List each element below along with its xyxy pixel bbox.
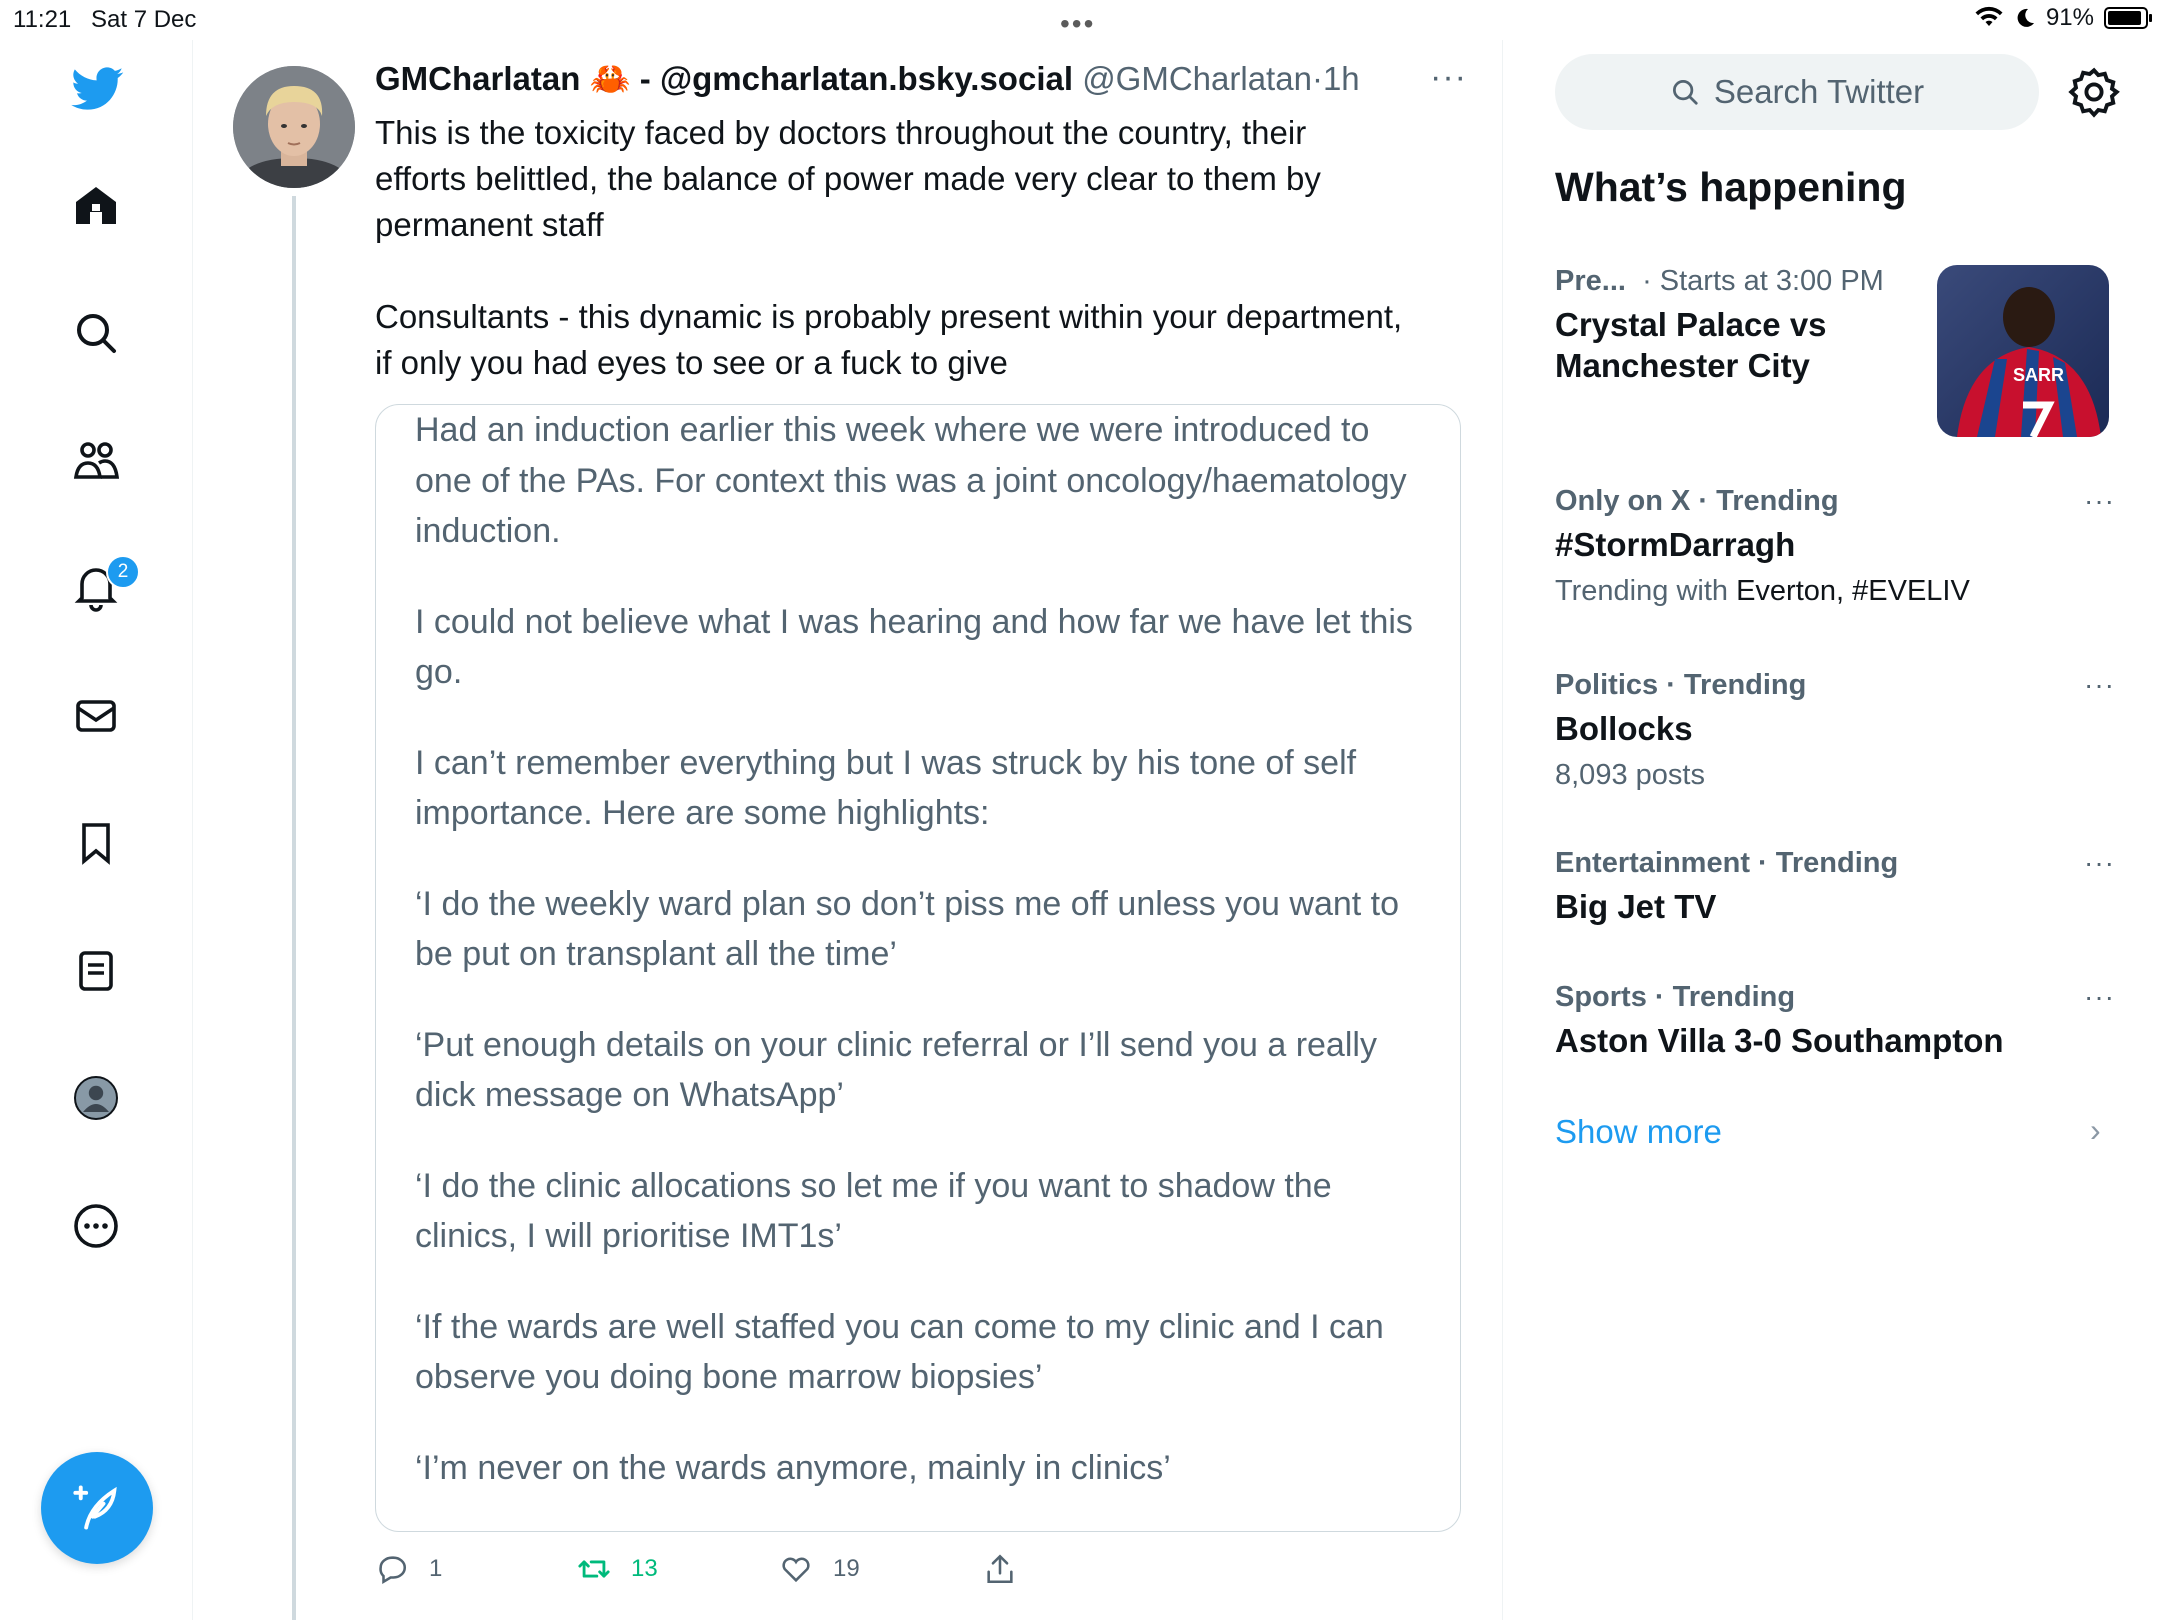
- battery-percent: 91%: [2045, 4, 2094, 31]
- home-icon: [76, 187, 116, 224]
- heart-icon: [782, 1557, 810, 1583]
- featured-title: Crystal Palace vs Manchester City: [1555, 306, 1827, 384]
- trend-category: Entertainment · Trending: [1555, 847, 1899, 879]
- battery-level: [2108, 11, 2141, 25]
- twitter-logo-icon[interactable]: [68, 62, 128, 118]
- trend-title: Bollocks: [1555, 710, 1693, 747]
- nav-profile[interactable]: [60, 1062, 132, 1134]
- multitasking-dots[interactable]: •••: [1060, 8, 1095, 40]
- gear-icon: [2068, 67, 2120, 118]
- search-placeholder: Search Twitter: [1713, 73, 1925, 110]
- moon-icon: [2017, 8, 2034, 27]
- status-bar: 11:21 Sat 7 Dec ••• 91%: [0, 0, 2160, 40]
- profile-avatar-icon: [74, 1076, 118, 1120]
- quoted-content-card[interactable]: Had an induction earlier this week where…: [375, 404, 1461, 1532]
- trend-category: Politics · Trending: [1555, 669, 1807, 701]
- quoted-text: Had an induction earlier this week where…: [415, 405, 1425, 1531]
- search-input[interactable]: Search Twitter: [1555, 54, 2039, 130]
- quote-paragraph: ‘I do the weekly ward plan so don’t piss…: [415, 884, 1400, 974]
- trend-post-count: 8,093 posts: [1555, 759, 1705, 791]
- nav-lists[interactable]: [60, 935, 132, 1007]
- status-right: 91%: [1974, 4, 2152, 32]
- trend-item[interactable]: Only on X · Trending #StormDarragh Trend…: [1555, 485, 2115, 608]
- search-icon: [77, 314, 116, 353]
- quote-paragraph: ‘If the wards are well staffed you can c…: [415, 1307, 1384, 1397]
- author-display-name[interactable]: GMCharlatan 🦀 - @gmcharlatan.bsky.social: [375, 60, 1073, 97]
- search-icon: [1672, 80, 1698, 105]
- author-handle[interactable]: @GMCharlatan: [1082, 60, 1312, 97]
- quote-paragraph: I can’t remember everything but I was st…: [415, 743, 1357, 833]
- nav-communities[interactable]: [60, 425, 132, 497]
- wifi-icon: [1975, 6, 2003, 26]
- trend-more-button[interactable]: ···: [2084, 485, 2115, 517]
- trend-title: Aston Villa 3-0 Southampton: [1555, 1022, 2004, 1059]
- bookmark-icon: [82, 823, 110, 865]
- trend-item[interactable]: Sports · Trending Aston Villa 3-0 Southa…: [1555, 981, 2115, 1061]
- compose-feather-icon: [73, 1485, 117, 1530]
- retweet-count: 13: [631, 1555, 658, 1582]
- share-icon: [987, 1554, 1013, 1584]
- quote-paragraph: I could not believe what I was hearing a…: [415, 602, 1413, 692]
- nav-explore[interactable]: [60, 297, 132, 369]
- trend-more-button[interactable]: ···: [2084, 669, 2115, 701]
- featured-time: · Starts at 3:00 PM: [1642, 265, 1884, 297]
- nav-home[interactable]: [60, 170, 132, 242]
- author-avatar[interactable]: [233, 66, 355, 188]
- thread-line: [292, 196, 296, 1620]
- settings-button[interactable]: [2068, 66, 2120, 118]
- trend-more-button[interactable]: ···: [2084, 981, 2115, 1013]
- trend-more-button[interactable]: ···: [2084, 847, 2115, 879]
- status-date: Sat 7 Dec: [91, 6, 197, 33]
- quote-paragraph: ‘I’m never on the wards anymore, mainly …: [415, 1448, 1171, 1487]
- show-more-link[interactable]: Show more: [1555, 1113, 1722, 1151]
- communities-icon: [73, 442, 120, 479]
- mail-icon: [76, 700, 116, 732]
- tweet-text: This is the toxicity faced by doctors th…: [375, 114, 1403, 381]
- nav-messages[interactable]: [60, 680, 132, 752]
- nav-bookmarks[interactable]: [60, 807, 132, 879]
- tweet-time[interactable]: 1h: [1323, 60, 1360, 97]
- tweet-more-button[interactable]: ···: [1430, 58, 1467, 97]
- trend-item[interactable]: Entertainment · Trending Big Jet TV ···: [1555, 847, 2115, 927]
- trend-sub-value: Everton, #EVELIV: [1736, 575, 1970, 607]
- like-count: 19: [833, 1555, 860, 1582]
- jersey-name: SARR: [2013, 365, 2064, 385]
- trend-item[interactable]: Politics · Trending Bollocks 8,093 posts…: [1555, 669, 2115, 792]
- trend-title: #StormDarragh: [1555, 526, 1796, 563]
- retweet-button[interactable]: 13: [577, 1552, 658, 1586]
- header-separator: ·: [1311, 60, 1323, 97]
- reply-icon: [379, 1556, 406, 1585]
- featured-trend-image[interactable]: SARR: [1937, 265, 2109, 437]
- tweet-header: GMCharlatan 🦀 - @gmcharlatan.bsky.social…: [375, 60, 1360, 99]
- trend-item-featured[interactable]: Pre... · Starts at 3:00 PM Crystal Palac…: [1555, 265, 1915, 386]
- nav-more[interactable]: [60, 1190, 132, 1262]
- notifications-badge: 2: [106, 555, 140, 589]
- reply-button[interactable]: 1: [375, 1552, 442, 1586]
- retweet-icon: [578, 1560, 610, 1578]
- more-circle-icon: [74, 1204, 118, 1248]
- trend-title: Big Jet TV: [1555, 888, 1717, 925]
- battery-icon: [2104, 7, 2152, 29]
- quote-paragraph: Had an induction earlier this week where…: [415, 411, 1407, 550]
- share-button[interactable]: [983, 1552, 1017, 1586]
- status-time: 11:21: [13, 6, 72, 33]
- quote-paragraph: ‘Put enough details on your clinic refer…: [415, 1025, 1377, 1115]
- reply-count: 1: [429, 1555, 443, 1582]
- quote-paragraph: ‘I do the clinic allocations so let me i…: [415, 1166, 1332, 1256]
- trend-sub-prefix: Trending with: [1555, 575, 1737, 607]
- tweet-actions: 1 13 19: [375, 1552, 1475, 1596]
- trend-category: Only on X · Trending: [1555, 485, 1839, 517]
- like-button[interactable]: 19: [779, 1552, 860, 1586]
- lists-icon: [79, 951, 113, 991]
- compose-tweet-button[interactable]: [41, 1452, 153, 1564]
- trend-category: Sports · Trending: [1555, 981, 1796, 1013]
- featured-category: Pre...: [1555, 265, 1626, 297]
- whats-happening-title: What’s happening: [1555, 164, 1907, 210]
- chevron-right-icon: ›: [2090, 1112, 2101, 1148]
